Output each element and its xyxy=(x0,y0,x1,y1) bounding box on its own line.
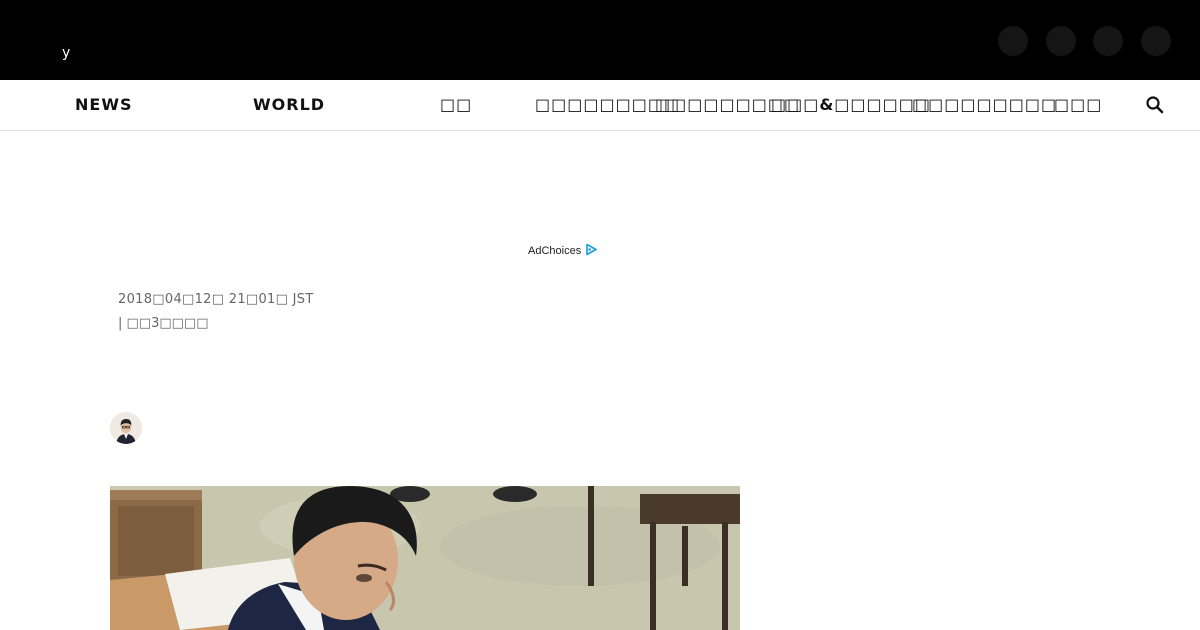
author-avatar[interactable] xyxy=(110,412,142,444)
nav-item-6[interactable]: □□□&□□□□□□ xyxy=(771,80,931,130)
social-icon[interactable] xyxy=(1141,26,1171,56)
article-hero-image xyxy=(110,486,740,630)
nav-item-3[interactable]: □□ xyxy=(440,80,472,130)
site-logo[interactable]: y xyxy=(62,46,90,60)
nav-item-world[interactable]: WORLD xyxy=(253,80,325,130)
search-icon[interactable] xyxy=(1144,94,1166,116)
main-navigation: NEWS WORLD □□ □□□□□□□□□ □□□□□□□□□ □□□&□□… xyxy=(0,80,1200,131)
social-icon[interactable] xyxy=(998,26,1028,56)
social-icon[interactable] xyxy=(1093,26,1123,56)
adchoices-link[interactable]: AdChoices xyxy=(528,243,598,259)
comment-count-link[interactable]: | □□3□□□□ xyxy=(118,316,208,331)
adchoices-icon xyxy=(585,243,598,259)
article-date: 2018□04□12□ 21□01□ JST xyxy=(118,292,314,307)
nav-item-8[interactable]: □□□ xyxy=(1054,80,1102,130)
adchoices-label: AdChoices xyxy=(528,245,582,257)
nav-item-7[interactable]: □□□□□□□□□ xyxy=(912,80,1057,130)
social-icon[interactable] xyxy=(1046,26,1076,56)
top-header-bar: y xyxy=(0,0,1200,80)
nav-item-news[interactable]: NEWS xyxy=(75,80,133,130)
